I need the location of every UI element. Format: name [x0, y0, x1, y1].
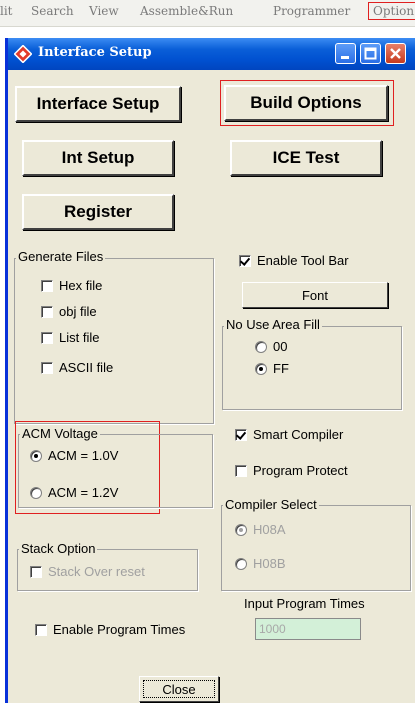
checkbox-box-checked[interactable] [235, 428, 247, 441]
compiler-select-title: Compiler Select [223, 497, 319, 512]
close-window-button[interactable] [385, 43, 406, 64]
menu-search[interactable]: Search [31, 4, 74, 18]
h08b-radio[interactable]: H08B [235, 556, 286, 571]
smart-compiler-checkbox[interactable]: Smart Compiler [235, 427, 343, 442]
acm-voltage-title: ACM Voltage [20, 426, 100, 441]
title-bar[interactable]: Interface Setup [8, 38, 415, 70]
radio-button-selected[interactable] [235, 523, 247, 536]
enable-tool-bar-label: Enable Tool Bar [257, 253, 349, 268]
fill-ff-radio[interactable]: FF [255, 361, 289, 376]
input-program-times-label: Input Program Times [244, 596, 365, 611]
menu-programmer[interactable]: Programmer [273, 4, 350, 18]
radio-button-selected[interactable] [30, 449, 42, 462]
stack-option-title: Stack Option [19, 541, 98, 556]
fill-ff-label: FF [273, 361, 289, 376]
close-icon [390, 48, 401, 59]
radio-button[interactable] [255, 340, 267, 353]
no-use-area-fill-group [222, 326, 402, 410]
checkbox-box[interactable] [41, 361, 53, 374]
register-button[interactable]: Register [22, 194, 174, 230]
ice-test-button[interactable]: ICE Test [230, 140, 382, 176]
maximize-icon [364, 47, 377, 60]
build-options-button[interactable]: Build Options [224, 85, 388, 121]
hex-file-checkbox[interactable]: Hex file [41, 278, 102, 293]
h08b-label: H08B [253, 556, 286, 571]
obj-file-checkbox[interactable]: obj file [41, 304, 97, 319]
ascii-file-checkbox[interactable]: ASCII file [41, 360, 113, 375]
smart-compiler-label: Smart Compiler [253, 427, 344, 442]
menu-option[interactable]: Option [368, 2, 415, 20]
generate-files-title: Generate Files [16, 249, 106, 264]
minimize-button[interactable] [335, 43, 356, 64]
stack-over-reset-label: Stack Over reset [48, 564, 145, 579]
checkbox-box[interactable] [30, 565, 42, 578]
window-title: Interface Setup [38, 45, 152, 60]
program-protect-checkbox[interactable]: Program Protect [235, 463, 348, 478]
menu-edit[interactable]: lit [0, 4, 13, 18]
radio-button-selected[interactable] [255, 362, 267, 375]
list-file-checkbox[interactable]: List file [41, 330, 99, 345]
acm-1-0v-label: ACM = 1.0V [48, 448, 119, 463]
h08a-label: H08A [253, 522, 286, 537]
fill-00-radio[interactable]: 00 [255, 339, 287, 354]
no-use-area-fill-title: No Use Area Fill [224, 317, 322, 332]
program-times-input[interactable]: 1000 [255, 618, 361, 640]
enable-program-times-checkbox[interactable]: Enable Program Times [35, 622, 185, 637]
checkbox-box[interactable] [41, 331, 53, 344]
close-button[interactable]: Close [139, 676, 219, 702]
interface-setup-button[interactable]: Interface Setup [15, 86, 181, 122]
h08a-radio[interactable]: H08A [235, 522, 286, 537]
obj-file-label: obj file [59, 304, 97, 319]
radio-button[interactable] [235, 557, 247, 570]
acm-1-0v-radio[interactable]: ACM = 1.0V [30, 448, 118, 463]
enable-tool-bar-checkbox[interactable]: Enable Tool Bar [239, 253, 349, 268]
ascii-file-label: ASCII file [59, 360, 114, 375]
minimize-icon [341, 56, 349, 59]
checkbox-box-checked[interactable] [239, 254, 251, 267]
enable-program-times-label: Enable Program Times [53, 622, 186, 637]
maximize-button[interactable] [360, 43, 381, 64]
font-button[interactable]: Font [242, 282, 388, 308]
list-file-label: List file [59, 330, 100, 345]
interface-setup-dialog: Interface Setup Interface Setup Build Op… [5, 38, 415, 703]
program-protect-label: Program Protect [253, 463, 348, 478]
menu-bar: lit Search View Assemble&Run Programmer … [0, 0, 415, 27]
checkbox-box[interactable] [41, 305, 53, 318]
acm-1-2v-label: ACM = 1.2V [48, 485, 119, 500]
int-setup-button[interactable]: Int Setup [22, 140, 174, 176]
checkbox-box[interactable] [35, 623, 47, 636]
compiler-select-group [221, 505, 411, 591]
checkbox-box[interactable] [235, 464, 247, 477]
menu-view[interactable]: View [89, 4, 119, 18]
fill-00-label: 00 [273, 339, 288, 354]
menu-assemble-run[interactable]: Assemble&Run [140, 4, 233, 18]
acm-1-2v-radio[interactable]: ACM = 1.2V [30, 485, 118, 500]
hex-file-label: Hex file [59, 278, 103, 293]
stack-over-reset-checkbox[interactable]: Stack Over reset [30, 564, 145, 579]
diamond-app-icon [14, 45, 32, 63]
radio-button[interactable] [30, 486, 42, 499]
checkbox-box[interactable] [41, 279, 53, 292]
